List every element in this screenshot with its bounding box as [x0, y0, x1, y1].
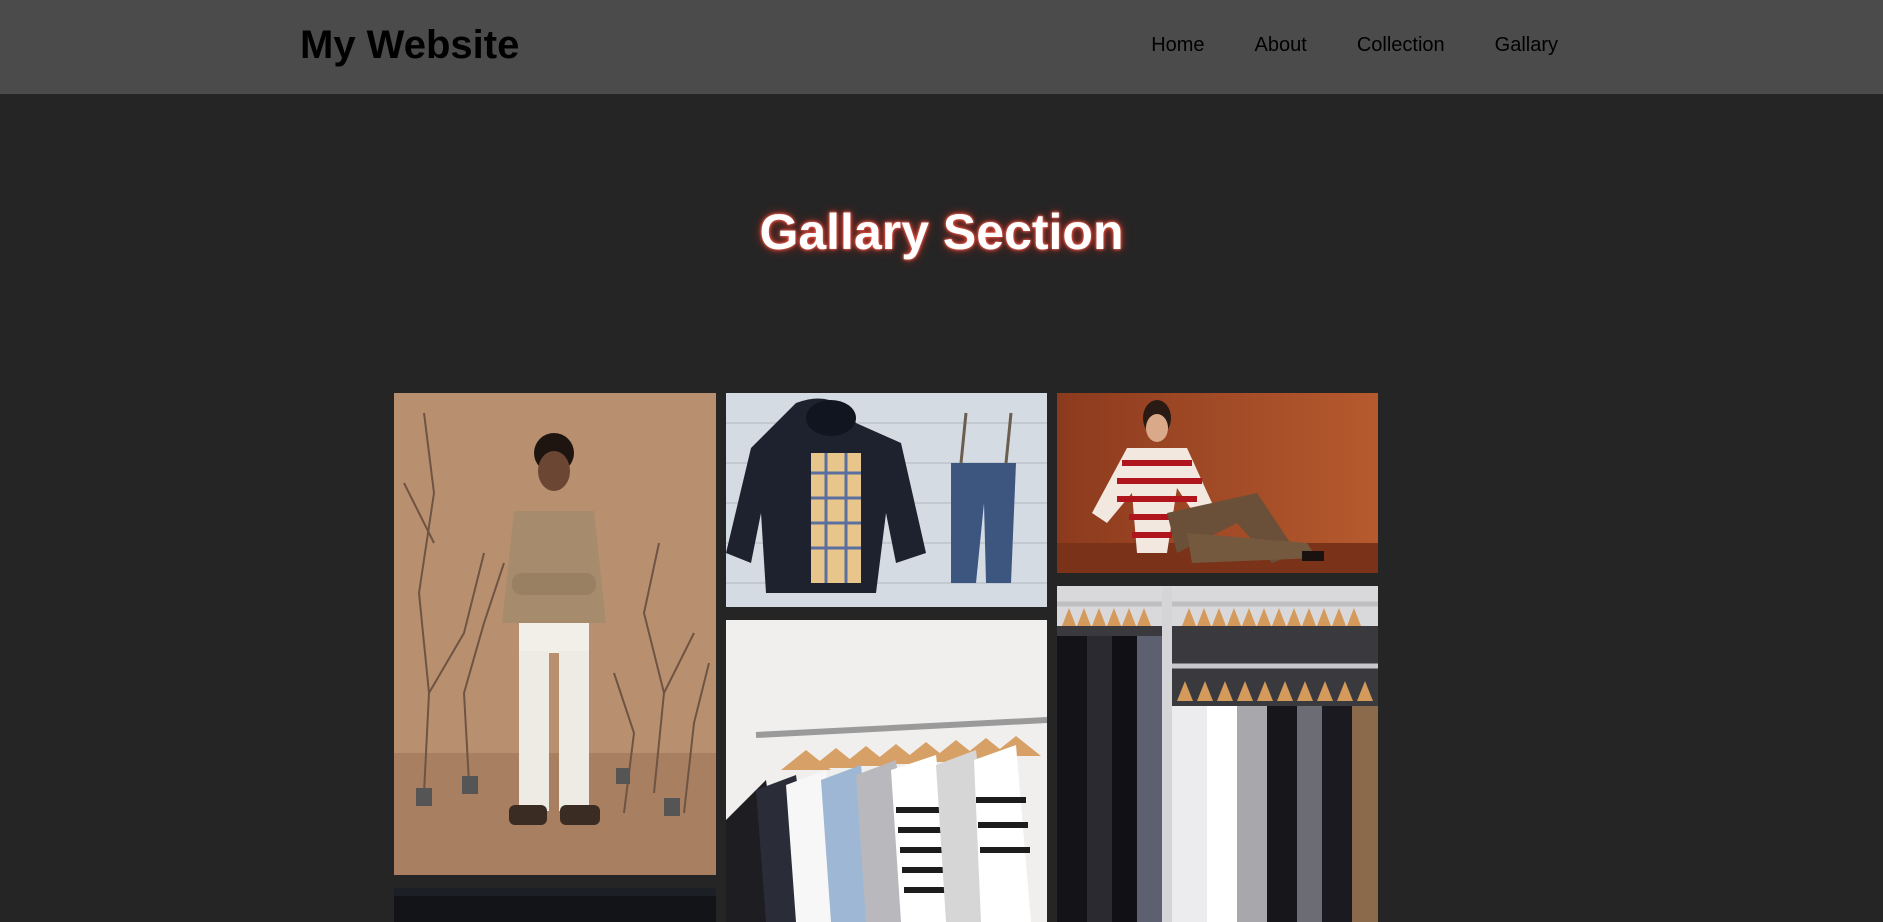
- site-brand[interactable]: My Website: [300, 22, 519, 68]
- gallery-image-man-in-sweater[interactable]: [394, 393, 716, 875]
- nav-item-collection: Collection: [1357, 33, 1445, 57]
- gallery-image-clothing-store[interactable]: [1057, 586, 1378, 922]
- dark-partial-photo: [394, 888, 716, 922]
- gallery-image-clothes-rack[interactable]: [726, 620, 1047, 922]
- gallery-section-title: Gallary Section: [759, 204, 1124, 260]
- gallery-image-dark-partial[interactable]: [394, 888, 716, 922]
- nav-link-home[interactable]: Home: [1151, 34, 1204, 56]
- nav-item-gallary: Gallary: [1495, 33, 1558, 57]
- clothing-store-racks-photo: [1057, 586, 1378, 922]
- kids-clothes-flatlay-photo: [726, 393, 1047, 607]
- nav-link-collection[interactable]: Collection: [1357, 34, 1445, 56]
- nav-item-home: Home: [1151, 33, 1204, 57]
- navbar: My Website Home About Collection Gallary: [0, 0, 1883, 94]
- gallery-image-woman-striped-sweater[interactable]: [1057, 393, 1378, 573]
- nav-link-about[interactable]: About: [1255, 34, 1307, 56]
- clothes-rack-hangers-photo: [726, 620, 1047, 922]
- nav-links: Home About Collection Gallary: [1151, 33, 1558, 57]
- woman-striped-sweater-photo: [1057, 393, 1378, 573]
- gallery-image-kids-clothes[interactable]: [726, 393, 1047, 607]
- nav-item-about: About: [1255, 33, 1307, 57]
- nav-link-gallary[interactable]: Gallary: [1495, 34, 1558, 56]
- man-in-sweater-photo: [394, 393, 716, 875]
